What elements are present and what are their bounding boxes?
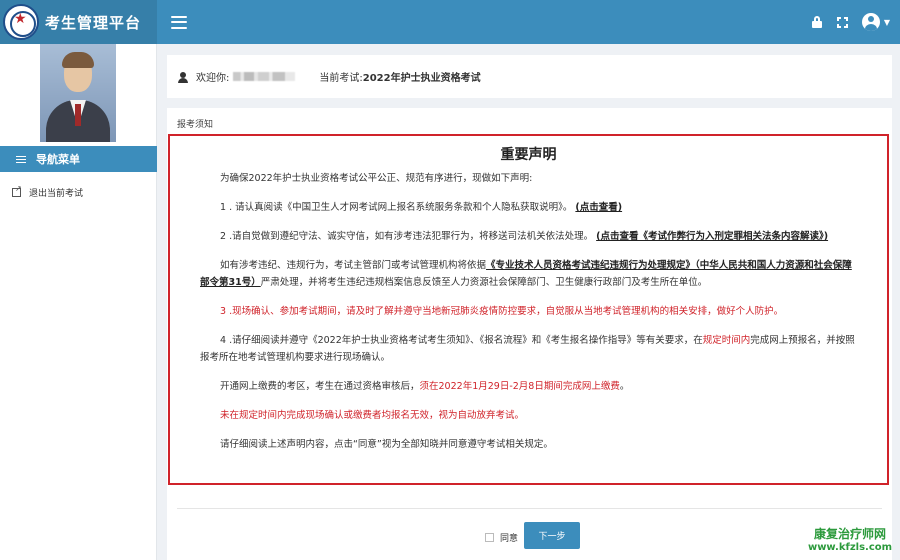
notice-closing: 请仔细阅读上述声明内容，点击“同意”视为全部知晓并同意遵守考试相关规定。 xyxy=(220,439,553,450)
notice-item-2-text: 2 .请自觉做到遵纪守法、诚实守信，如有涉考违法犯罪行为，将移送司法机关依法处理… xyxy=(220,231,594,242)
candidate-photo xyxy=(40,44,116,142)
agree-checkbox-group[interactable]: 同意 xyxy=(485,531,518,544)
watermark-line-1: 康复治疗师网 xyxy=(813,527,886,541)
external-link-icon xyxy=(12,184,22,197)
top-nav: ▼ xyxy=(157,0,900,44)
notice-payment: 开通网上缴费的考区，考生在通过资格审核后，须在2022年1月29日-2月8日期间… xyxy=(200,378,857,395)
user-avatar-icon[interactable] xyxy=(861,13,880,31)
sidebar-item-exit-exam[interactable]: 退出当前考试 xyxy=(0,182,157,202)
notice-violation-text-a: 如有涉考违纪、违规行为，考试主管部门或考试管理机构将依据 xyxy=(220,260,487,271)
watermark: 康复治疗师网 www.kfzls.com xyxy=(800,527,900,554)
notice-item-1: 1 . 请认真阅读《中国卫生人才网考试网上报名系统服务条款和个人隐私获取说明》。… xyxy=(200,199,857,216)
hamburger-icon[interactable] xyxy=(171,15,187,29)
notice-item-3: 3 .现场确认、参加考试期间，请及时了解并遵守当地新冠肺炎疫情防控要求，自觉服从… xyxy=(220,306,784,317)
notice-payment-text: 开通网上缴费的考区，考生在通过资格审核后， xyxy=(220,381,420,392)
next-step-button[interactable]: 下一步 xyxy=(524,522,580,549)
app-title: 考生管理平台 xyxy=(45,13,142,32)
current-exam-name: 2022年护士执业资格考试 xyxy=(362,73,481,84)
important-notice-box[interactable]: 重要声明 为确保2022年护士执业资格考试公平公正、规范有序进行，现做如下声明:… xyxy=(168,134,889,485)
agree-label[interactable]: 同意 xyxy=(500,531,518,544)
top-nav-actions: ▼ xyxy=(810,13,890,31)
view-terms-link[interactable]: (点击查看) xyxy=(575,202,622,213)
current-exam-label: 当前考试: xyxy=(319,73,363,84)
redacted-username xyxy=(233,72,296,81)
notice-payment-end: 。 xyxy=(619,381,630,392)
user-icon xyxy=(178,71,188,83)
panel-label: 报考须知 xyxy=(177,120,214,130)
sidebar: 导航菜单 退出当前考试 xyxy=(0,44,157,560)
nav-menu-title: 导航菜单 xyxy=(36,153,80,166)
nav-menu-header[interactable]: 导航菜单 xyxy=(0,146,157,172)
notice-intro: 为确保2022年护士执业资格考试公平公正、规范有序进行，现做如下声明: xyxy=(220,173,533,184)
view-law-link[interactable]: (点击查看《考试作弊行为入刑定罪相关法条内容解读》) xyxy=(596,231,828,242)
notice-violation-text-b: 严肃处理，并将考生违纪违规档案信息反馈至人力资源社会保障部门、卫生健康行政部门及… xyxy=(260,277,708,288)
logo xyxy=(3,4,39,40)
list-icon xyxy=(16,155,26,163)
notice-invalid-warning: 未在规定时间内完成现场确认或缴费者均报名无效，视为自动放弃考试。 xyxy=(220,410,525,421)
top-bar: 考生管理平台 ▼ xyxy=(0,0,900,44)
notice-title: 重要声明 xyxy=(500,147,557,163)
sidebar-item-label: 退出当前考试 xyxy=(29,188,84,199)
lock-icon[interactable] xyxy=(810,15,824,29)
notice-item-1-text: 1 . 请认真阅读《中国卫生人才网考试网上报名系统服务条款和个人隐私获取说明》。 xyxy=(220,202,573,213)
notice-panel: 报考须知 重要声明 为确保2022年护士执业资格考试公平公正、规范有序进行，现做… xyxy=(167,108,892,560)
watermark-line-2: www.kfzls.com xyxy=(807,542,893,553)
notice-item-4-text-a: 4 .请仔细阅读并遵守《2022年护士执业资格考试考生须知》、《报名流程》和《考… xyxy=(220,335,703,346)
agree-checkbox[interactable] xyxy=(485,533,494,542)
notice-item-violation: 如有涉考违纪、违规行为，考试主管部门或考试管理机构将依据《专业技术人员资格考试违… xyxy=(200,257,857,291)
notice-item-4: 4 .请仔细阅读并遵守《2022年护士执业资格考试考生须知》、《报名流程》和《考… xyxy=(200,332,857,366)
notice-item-2: 2 .请自觉做到遵纪守法、诚实守信，如有涉考违法犯罪行为，将移送司法机关依法处理… xyxy=(200,228,857,245)
notice-item-4-red: 规定时间内 xyxy=(702,335,751,346)
brand: 考生管理平台 xyxy=(0,0,157,44)
notice-payment-deadline: 须在2022年1月29日-2月8日期间完成网上缴费 xyxy=(419,381,620,392)
divider xyxy=(177,508,882,509)
chevron-down-icon[interactable]: ▼ xyxy=(884,18,890,27)
welcome-bar: 欢迎你: 当前考试: 2022年护士执业资格考试 xyxy=(167,55,892,98)
fullscreen-icon[interactable] xyxy=(836,15,850,29)
greeting-label: 欢迎你: xyxy=(196,73,230,84)
